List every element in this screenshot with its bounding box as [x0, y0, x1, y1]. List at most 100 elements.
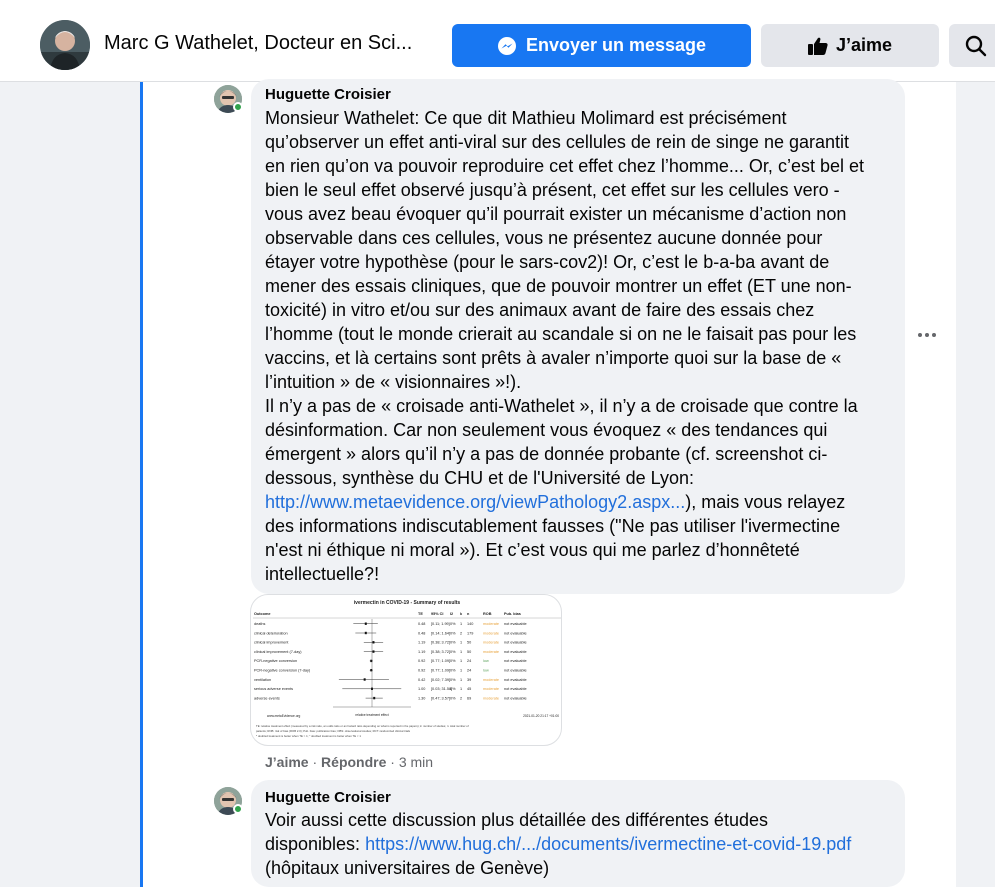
comment-line: désinformation. Car non seulement vous é…: [265, 420, 828, 440]
hug-pdf-link[interactable]: https://www.hug.ch/.../documents/ivermec…: [365, 834, 851, 854]
table-cell: 0.92: [418, 669, 425, 673]
page-name[interactable]: Marc G Wathelet, Docteur en Sci...: [104, 32, 434, 55]
table-cell: 140: [467, 622, 473, 626]
table-header: ROB: [483, 612, 492, 616]
comment-line: étayer votre hypothèse (pour le sars-cov…: [265, 252, 830, 272]
table-cell: 50: [467, 641, 471, 645]
table-cell: 0%: [450, 641, 456, 645]
forest-point: [364, 622, 367, 625]
table-cell: 0.48: [418, 622, 425, 626]
table-cell: moderate: [483, 622, 499, 626]
comment-line: émergent » alors qu’il n’y a pas de donn…: [265, 444, 828, 464]
table-cell: not evaluable: [504, 631, 527, 635]
table-cell: not evaluable: [504, 678, 527, 682]
table-cell: not evaluable: [504, 687, 527, 691]
like-comment-link[interactable]: J’aime: [265, 754, 309, 770]
table-cell: [0.77; 1.09]: [431, 659, 450, 663]
table-cell: [0.03; 31.58]: [431, 687, 452, 691]
search-button[interactable]: [949, 24, 995, 67]
comment-actions: J’aime · Répondre · 3 min: [265, 754, 434, 770]
table-cell: 0.92: [418, 659, 425, 663]
metaevidence-link[interactable]: http://www.metaevidence.org/viewPatholog…: [265, 492, 685, 512]
table-row-label: clinical improvement (7-day): [254, 650, 302, 654]
table-cell: not evaluable: [504, 622, 527, 626]
footnote: patients; ROB: risk of bias (ROB 2.0); P…: [256, 729, 411, 733]
comment-line: vous avez beau évoquer qu’il pourrait ex…: [265, 204, 847, 224]
table-cell: 1.30: [418, 696, 425, 700]
table-cell: 1: [460, 687, 462, 691]
table-title: ivermectin in COVID-19 - Summary of resu…: [354, 600, 461, 606]
table-cell: 24: [467, 669, 471, 673]
more-options-icon[interactable]: [918, 328, 940, 342]
attachment-image[interactable]: ivermectin in COVID-19 - Summary of resu…: [250, 594, 562, 746]
table-cell: 0%: [450, 687, 456, 691]
search-icon: [965, 35, 987, 57]
table-cell: [0.02; 7.39]: [431, 678, 450, 682]
table-cell: 0.42: [418, 678, 425, 682]
comment-line: Il n’y a pas de « croisade anti-Wathelet…: [265, 396, 858, 416]
table-cell: 1: [460, 641, 462, 645]
forest-point: [364, 631, 367, 635]
like-page-button[interactable]: J’aime: [761, 24, 939, 67]
forest-point: [373, 696, 376, 700]
comment-timestamp[interactable]: 3 min: [399, 754, 433, 770]
table-cell: 0%: [450, 659, 456, 663]
send-message-label: Envoyer un message: [525, 35, 707, 55]
table-cell: 2: [460, 631, 462, 635]
site-label: www.metaEvidence.org: [267, 714, 301, 718]
table-cell: moderate: [483, 678, 499, 682]
table-cell: [0.47; 3.57]: [431, 696, 450, 700]
forest-point: [363, 678, 366, 681]
table-header: k: [460, 612, 463, 616]
table-cell: 0%: [450, 678, 456, 682]
table-cell: moderate: [483, 687, 499, 691]
table-cell: 69: [467, 696, 471, 700]
table-cell: [0.14; 1.64]: [431, 631, 450, 635]
table-row-label: clinical deterioration: [254, 631, 288, 635]
table-cell: 39: [467, 678, 471, 682]
table-cell: 0.48: [418, 631, 425, 635]
page-header: Marc G Wathelet, Docteur en Sci... Envoy…: [0, 0, 995, 82]
table-cell: 50: [467, 650, 471, 654]
comment-line-prefix: disponibles:: [265, 834, 366, 854]
table-cell: 0%: [450, 631, 456, 635]
table-cell: 0%: [450, 669, 456, 673]
footnote: * doubled treatment is better when TE > …: [256, 734, 361, 738]
comment-line: Voir aussi cette discussion plus détaill…: [265, 810, 768, 830]
table-cell: not evaluable: [504, 659, 527, 663]
comment-author[interactable]: Huguette Croisier: [265, 86, 391, 103]
reply-comment-link[interactable]: Répondre: [321, 754, 386, 770]
table-cell: [0.38; 3.72]: [431, 650, 450, 654]
table-cell: 1: [460, 650, 462, 654]
comment-line: Monsieur Wathelet: Ce que dit Mathieu Mo…: [265, 108, 787, 128]
comment-line-suffix: ), mais vous relayez: [685, 492, 846, 512]
comment-line: qu’observer un effet anti-viral sur des …: [265, 132, 850, 152]
axis-label: relative treatment effect: [355, 713, 388, 717]
table-cell: [0.38; 3.72]: [431, 641, 450, 645]
footnote: TE: relative treatment effect (measured …: [256, 724, 469, 728]
page-avatar[interactable]: [40, 20, 90, 70]
table-cell: 1.19: [418, 641, 425, 645]
table-cell: not evaluable: [504, 641, 527, 645]
table-row-label: deaths: [254, 622, 266, 626]
send-message-button[interactable]: Envoyer un message: [452, 24, 751, 67]
table-row-label: adverse events: [254, 696, 280, 700]
table-cell: not evaluable: [504, 696, 527, 700]
table-row-label: serious adverse events: [254, 687, 293, 691]
table-cell: moderate: [483, 641, 499, 645]
comment-line: mener des essais cliniques, que de pouvo…: [265, 276, 852, 296]
table-cell: not evaluable: [504, 650, 527, 654]
summary-table-image: ivermectin in COVID-19 - Summary of resu…: [253, 600, 561, 738]
comment-line: disponibles: https://www.hug.ch/.../docu…: [265, 832, 895, 856]
table-header: I2: [450, 612, 453, 616]
table-cell: low: [483, 669, 489, 673]
table-cell: [0.11; 1.99]: [431, 622, 450, 626]
comment-line: en rien qu’on va pouvoir reproduire cet …: [265, 156, 864, 176]
table-header: Pub. bias: [504, 612, 521, 616]
forest-point: [372, 641, 375, 644]
comment-line: intellectuelle?!: [265, 564, 380, 584]
comment-line: (hôpitaux universitaires de Genève): [265, 858, 550, 878]
comment-author[interactable]: Huguette Croisier: [265, 789, 391, 806]
table-row-label: PCR-negative conversion (7-day): [254, 669, 311, 673]
comment-text: Monsieur Wathelet: Ce que dit Mathieu Mo…: [265, 106, 895, 586]
